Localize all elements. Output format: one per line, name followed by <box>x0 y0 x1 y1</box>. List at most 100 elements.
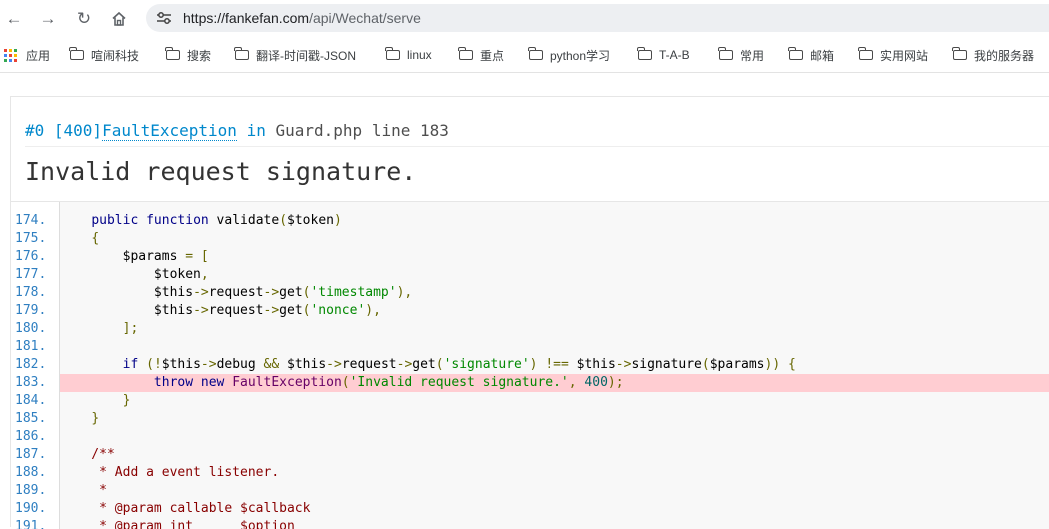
bookmark-folder[interactable]: 搜索 <box>165 47 211 63</box>
bookmark-folder[interactable]: 邮箱 <box>788 47 835 63</box>
source-text: $this->request->get('timestamp'), <box>60 285 413 300</box>
browser-toolbar: ← → ↻ https://fankefan.com/api/Wechat/se… <box>0 0 1049 38</box>
source-text: /** <box>60 447 115 462</box>
bookmark-label: 常用 <box>740 48 765 63</box>
reload-icon[interactable]: ↻ <box>74 9 94 29</box>
bookmark-folder[interactable]: 翻译-时间戳-JSON <box>234 47 356 63</box>
source-line <box>60 428 1049 446</box>
exception-heading: #0 [400]FaultException in Guard.php line… <box>25 121 449 141</box>
source-text: * Add a event listener. <box>60 465 280 480</box>
source-text: throw new FaultException('Invalid reques… <box>153 375 624 390</box>
source-line: * <box>60 482 1049 500</box>
exception-prefix: #0 [400] <box>25 121 103 140</box>
address-bar[interactable]: https://fankefan.com/api/Wechat/serve <box>146 4 1049 32</box>
bookmark-label: 邮箱 <box>810 48 835 63</box>
line-number: 186. <box>15 429 47 444</box>
divider <box>25 146 1049 147</box>
source-text: } <box>122 393 131 408</box>
code-line: 184. } <box>11 392 1049 410</box>
source-line: } <box>60 410 1049 428</box>
line-number: 179. <box>15 303 47 318</box>
code-line: 190. * @param callable $callback <box>11 500 1049 518</box>
code-line: 187. /** <box>11 446 1049 464</box>
line-number: 183. <box>15 375 47 390</box>
folder-icon <box>69 47 84 60</box>
source-line: $this->request->get('timestamp'), <box>60 284 1049 302</box>
source-line: $token, <box>60 266 1049 284</box>
bookmark-folder[interactable]: T-A-B <box>637 47 690 63</box>
source-line: $params = [ <box>60 248 1049 266</box>
line-number: 191. <box>15 519 47 529</box>
source-line: { <box>60 230 1049 248</box>
bookmark-label: 应用 <box>26 48 51 63</box>
source-line: $this->request->get('nonce'), <box>60 302 1049 320</box>
error-page: #0 [400]FaultException in Guard.php line… <box>10 96 1049 529</box>
bookmarks-bar: 应用 喧闹科技 搜索 翻译-时间戳-JSON linux 重点 python学习… <box>0 38 1049 73</box>
source-text: * <box>60 483 107 498</box>
source-text: if (!$this->debug && $this->request->get… <box>122 357 796 372</box>
url-path: /api/Wechat/serve <box>309 10 421 26</box>
line-number: 177. <box>15 267 47 282</box>
folder-icon <box>385 47 400 60</box>
source-text: ]; <box>122 321 139 336</box>
site-settings-icon[interactable] <box>156 10 172 26</box>
bookmark-folder[interactable]: linux <box>385 47 432 63</box>
line-number: 188. <box>15 465 47 480</box>
source-line: * Add a event listener. <box>60 464 1049 482</box>
source-text: * @param int $option <box>60 519 295 529</box>
code-line: 176. $params = [ <box>11 248 1049 266</box>
exception-class-link[interactable]: FaultException <box>102 121 237 141</box>
highlighted-source-line: throw new FaultException('Invalid reques… <box>60 374 1049 392</box>
code-line: 186. <box>11 428 1049 446</box>
apps-grid-icon <box>4 48 17 62</box>
line-number: 185. <box>15 411 47 426</box>
bookmark-folder[interactable]: python学习 <box>528 47 610 63</box>
exception-line: line 183 <box>371 121 449 140</box>
bookmark-label: 喧闹科技 <box>91 48 140 63</box>
code-line: 181. <box>11 338 1049 356</box>
bookmark-label: T-A-B <box>659 48 690 62</box>
folder-icon <box>858 47 873 60</box>
bookmark-folder[interactable]: 实用网站 <box>858 47 928 63</box>
code-line: 183. throw new FaultException('Invalid r… <box>11 374 1049 392</box>
code-line: 191. * @param int $option <box>11 518 1049 529</box>
folder-icon <box>718 47 733 60</box>
bookmark-apps[interactable]: 应用 <box>4 47 50 63</box>
bookmark-label: 重点 <box>480 48 505 63</box>
bookmark-folder[interactable]: 常用 <box>718 47 765 63</box>
line-number: 178. <box>15 285 47 300</box>
folder-icon <box>458 47 473 60</box>
source-line: if (!$this->debug && $this->request->get… <box>60 356 1049 374</box>
source-line <box>60 338 1049 356</box>
folder-icon <box>165 47 180 60</box>
code-line: 174. public function validate($token) <box>11 212 1049 230</box>
source-code-block: 174. public function validate($token) 175… <box>11 201 1049 529</box>
folder-icon <box>528 47 543 60</box>
line-number: 184. <box>15 393 47 408</box>
bookmark-folder[interactable]: 喧闹科技 <box>69 47 140 63</box>
source-text: public function validate($token) <box>91 213 342 228</box>
bookmark-folder[interactable]: 重点 <box>458 47 505 63</box>
code-line: 175. { <box>11 230 1049 248</box>
code-line: 185. } <box>11 410 1049 428</box>
line-number: 182. <box>15 357 47 372</box>
source-line: ]; <box>60 320 1049 338</box>
code-line: 179. $this->request->get('nonce'), <box>11 302 1049 320</box>
source-text: $token, <box>60 267 209 282</box>
source-line: } <box>60 392 1049 410</box>
exception-in: in <box>246 121 266 140</box>
exception-file: Guard.php <box>275 121 363 140</box>
home-icon[interactable] <box>109 9 129 29</box>
line-number: 176. <box>15 249 47 264</box>
folder-icon <box>637 47 652 60</box>
bookmark-folder[interactable]: 我的服务器 <box>952 47 1034 63</box>
line-number: 190. <box>15 501 47 516</box>
line-number: 181. <box>15 339 47 354</box>
url-text[interactable]: https://fankefan.com/api/Wechat/serve <box>183 10 421 26</box>
folder-icon <box>788 47 803 60</box>
back-icon[interactable]: ← <box>4 9 24 29</box>
exception-message: Invalid request signature. <box>25 157 417 186</box>
code-line: 180. ]; <box>11 320 1049 338</box>
forward-icon[interactable]: → <box>38 9 58 29</box>
line-number: 175. <box>15 231 47 246</box>
